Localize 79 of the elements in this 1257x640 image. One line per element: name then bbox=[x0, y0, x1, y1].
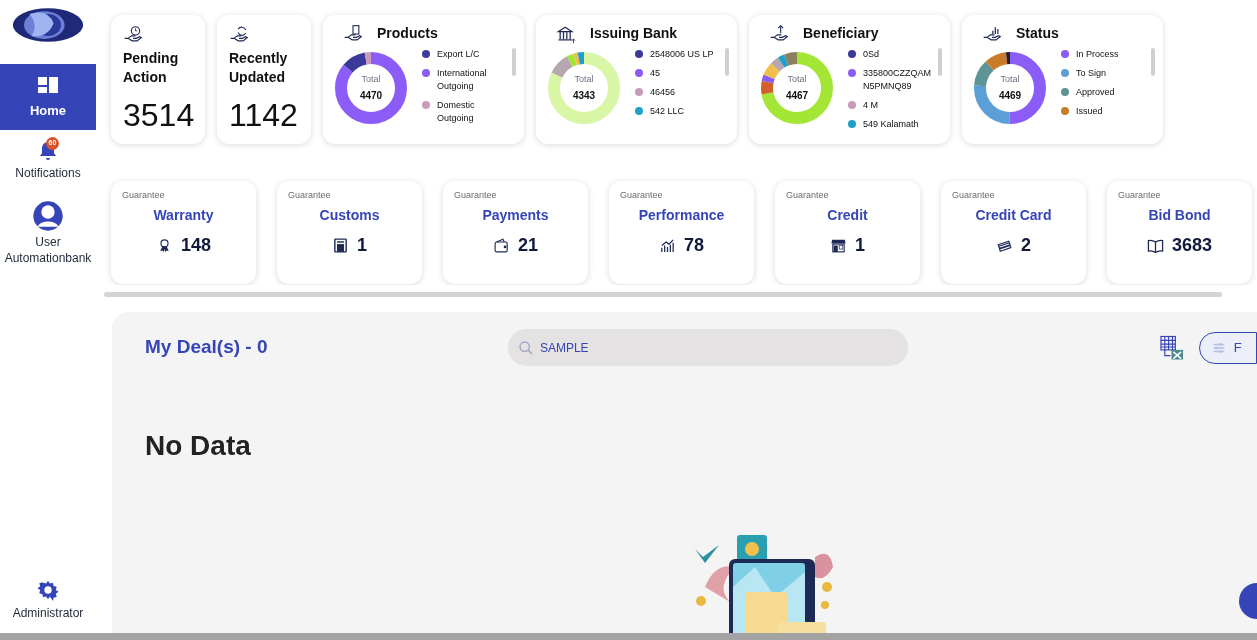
card-count: 148 bbox=[180, 233, 211, 257]
wallet-icon bbox=[493, 236, 510, 254]
legend-label: Export L/C bbox=[437, 48, 480, 61]
guarantee-card[interactable]: Guarantee Payments 21 bbox=[443, 181, 588, 284]
guarantee-card[interactable]: Guarantee Customs 1 bbox=[277, 181, 422, 284]
legend-label: 45 bbox=[650, 67, 660, 80]
scrollbar-thumb[interactable] bbox=[725, 48, 729, 76]
card-caption: Guarantee bbox=[288, 189, 331, 202]
card-title: Credit bbox=[827, 205, 868, 225]
total-value: 4343 bbox=[572, 89, 596, 104]
legend-label: In Process bbox=[1076, 48, 1119, 61]
guarantee-card[interactable]: Guarantee Warranty 148 bbox=[111, 181, 256, 284]
total-label: Total bbox=[1000, 72, 1020, 86]
user-icon bbox=[32, 200, 64, 232]
card-title: Status bbox=[1016, 24, 1059, 43]
card-value: 1142 bbox=[229, 96, 299, 135]
search-icon bbox=[517, 340, 534, 356]
sliders-icon bbox=[1211, 340, 1226, 355]
card-count: 3683 bbox=[1171, 233, 1212, 257]
card-caption: Guarantee bbox=[1118, 189, 1161, 202]
card-title: Payments bbox=[482, 205, 549, 225]
legend-label: 335800CZZQAM N5PMNQ89 bbox=[863, 67, 933, 93]
nav-item[interactable]: Home bbox=[0, 64, 96, 130]
guarantee-card[interactable]: Guarantee Credit 1 bbox=[775, 181, 920, 284]
section-title: My Deal(s) - 0 bbox=[145, 335, 269, 360]
search-field[interactable]: SAMPLE bbox=[507, 329, 908, 366]
scrollbar-thumb[interactable] bbox=[1151, 48, 1155, 76]
administrator-button[interactable]: Administrator bbox=[0, 579, 96, 622]
legend-label: 46456 bbox=[650, 86, 676, 99]
card-title: Products bbox=[377, 24, 438, 43]
total-value: 4470 bbox=[359, 89, 383, 104]
total-label: Total bbox=[574, 72, 594, 86]
card-count: 78 bbox=[684, 233, 704, 257]
card-value: 3514 bbox=[123, 96, 193, 135]
empty-message: No Data bbox=[145, 429, 252, 463]
card-title: Pending Action bbox=[123, 49, 180, 87]
card-caption: Guarantee bbox=[454, 189, 497, 202]
logo-icon bbox=[11, 5, 85, 45]
nav-item[interactable]: User Automationbank bbox=[0, 190, 96, 266]
card-title: Bid Bond bbox=[1148, 205, 1211, 225]
card-title: Customs bbox=[319, 205, 380, 225]
legend-label: 4 M bbox=[863, 99, 878, 112]
legend-label: To Sign bbox=[1076, 67, 1107, 80]
card-title: Credit Card bbox=[975, 205, 1052, 225]
card-title: Issuing Bank bbox=[590, 24, 678, 43]
legend-label: 0Sd bbox=[863, 48, 879, 61]
card-caption: Guarantee bbox=[620, 189, 663, 202]
filter-button[interactable]: F bbox=[1198, 331, 1257, 364]
guarantee-card[interactable]: Guarantee Performance 78 bbox=[609, 181, 754, 284]
building-icon bbox=[332, 236, 349, 254]
legend-label: 549 Kalamath bbox=[863, 118, 919, 131]
guarantee-card[interactable]: Guarantee Credit Card 2 bbox=[941, 181, 1086, 284]
card-title: Beneficiary bbox=[803, 24, 879, 43]
total-label: Total bbox=[787, 72, 807, 86]
legend-label: Approved bbox=[1076, 86, 1115, 99]
total-label: Total bbox=[361, 72, 381, 86]
legend-label: 542 LLC bbox=[650, 105, 685, 118]
legend-label: Issued bbox=[1076, 105, 1103, 118]
legend-label: International Outgoing bbox=[437, 67, 488, 93]
card-caption: Guarantee bbox=[786, 189, 829, 202]
total-value: 4469 bbox=[998, 89, 1022, 104]
card-count: 2 bbox=[1021, 233, 1031, 257]
card-caption: Guarantee bbox=[122, 189, 165, 202]
guarantee-card[interactable]: Guarantee Bid Bond 3683 bbox=[1107, 181, 1252, 284]
card-title: Recently Updated bbox=[229, 49, 289, 87]
legend-label: 2548006 US LP bbox=[650, 48, 714, 61]
scrollbar-thumb[interactable] bbox=[938, 48, 942, 76]
card-count: 1 bbox=[855, 233, 865, 257]
total-value: 4467 bbox=[785, 89, 809, 104]
card-title: Performance bbox=[638, 205, 725, 225]
card-title: Warranty bbox=[153, 205, 214, 225]
card-caption: Guarantee bbox=[952, 189, 995, 202]
scrollbar-thumb[interactable] bbox=[512, 48, 516, 76]
legend-label: Domestic Outgoing bbox=[437, 99, 476, 125]
excel-export-icon bbox=[1159, 334, 1185, 361]
settings-icon bbox=[37, 579, 59, 601]
card-count: 21 bbox=[518, 233, 538, 257]
card-count: 1 bbox=[357, 233, 367, 257]
horizontal-scrollbar[interactable] bbox=[0, 633, 1257, 640]
